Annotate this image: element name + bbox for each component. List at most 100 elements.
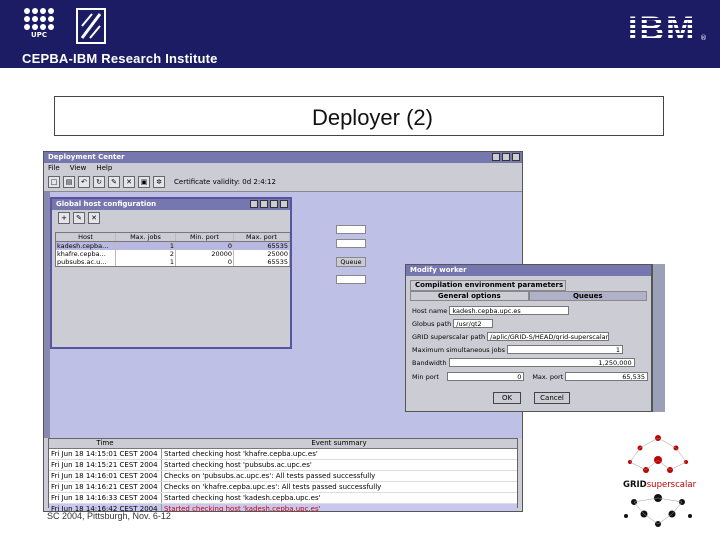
modify-worker-titlebar[interactable]: Modify worker — [406, 265, 651, 276]
port-row: Min port 0 Max. port 65,535 — [412, 371, 648, 382]
ibm-logo: IBM — [628, 10, 697, 48]
minimize-icon[interactable] — [250, 200, 258, 208]
slide-footer: SC 2004, Pittsburgh, Nov. 6-12 — [47, 511, 171, 521]
monitor-icon[interactable]: ▣ — [138, 176, 150, 188]
new-icon[interactable]: □ — [48, 176, 60, 188]
settings-icon[interactable]: ✲ — [153, 176, 165, 188]
edit-host-icon[interactable]: ✎ — [73, 212, 85, 224]
event-time: Fri Jun 18 14:15:01 CEST 2004 — [49, 449, 162, 459]
table-row-selected[interactable]: kadesh.cepba... 1 0 65535 — [56, 242, 290, 250]
max-port-cell: 65535 — [234, 258, 290, 266]
hidden-panel-field — [336, 275, 366, 284]
event-summary: Started checking host 'pubsubs.ac.upc.es… — [164, 461, 312, 469]
restore-icon[interactable] — [270, 200, 278, 208]
column-min-port[interactable]: Min. port — [176, 233, 234, 241]
host-table-header: Host Max. jobs Min. port Max. port — [56, 233, 290, 242]
superscalar-word: superscalar — [646, 480, 697, 490]
edit-icon[interactable]: ✎ — [108, 176, 120, 188]
certificate-validity: Certificate validity: 0d 2:4:12 — [174, 178, 276, 186]
event-log-header: Time Event summary — [49, 439, 517, 449]
min-port-cell: 0 — [176, 242, 234, 250]
host-name-row: Host name kadesh.cepba.upc.es — [412, 305, 648, 316]
globus-path-row: Globus path /usr/gt2 — [412, 318, 648, 329]
close-icon[interactable] — [280, 200, 288, 208]
ok-button[interactable]: OK — [493, 392, 521, 404]
host-name-label: Host name — [412, 306, 448, 315]
upc-logo: UPC — [24, 8, 62, 44]
maximize-icon[interactable] — [260, 200, 268, 208]
max-port-cell: 25000 — [234, 250, 290, 258]
event-time: Fri Jun 18 14:16:33 CEST 2004 — [49, 493, 162, 503]
global-host-config-window: Global host configuration + ✎ ✕ Host Max… — [50, 197, 292, 349]
min-port-cell: 20000 — [176, 250, 234, 258]
menu-view[interactable]: View — [70, 163, 87, 173]
slide-title-box: Deployer (2) — [54, 96, 664, 136]
refresh-icon[interactable]: ↻ — [93, 176, 105, 188]
cancel-button[interactable]: Cancel — [534, 392, 570, 404]
host-cell: khafre.cepba... — [56, 250, 116, 258]
max-jobs-cell: 1 — [116, 258, 176, 266]
min-port-field[interactable]: 0 — [447, 372, 525, 381]
hidden-panel-fragment: Queue — [336, 199, 366, 299]
add-host-icon[interactable]: + — [58, 212, 70, 224]
table-row[interactable]: Fri Jun 18 14:16:01 CEST 2004 Checks on '… — [49, 471, 517, 482]
globus-path-field[interactable]: /usr/gt2 — [453, 319, 494, 328]
table-row[interactable]: Fri Jun 18 14:15:21 CEST 2004 Started che… — [49, 460, 517, 471]
grid-path-row: GRID superscalar path /aplic/GRID-S/HEAD… — [412, 331, 648, 342]
event-summary: Checks on 'khafre.cepba.upc.es': All tes… — [164, 483, 382, 491]
grid-superscalar-wordmark: GRIDsuperscalar — [622, 480, 698, 490]
max-port-label: Max. port — [532, 372, 564, 381]
open-icon[interactable]: ▤ — [63, 176, 75, 188]
max-port-cell: 65535 — [234, 242, 290, 250]
table-row[interactable]: Fri Jun 18 14:15:01 CEST 2004 Started che… — [49, 449, 517, 460]
tab-general-options[interactable]: General options — [410, 291, 529, 301]
background-window-edge — [652, 264, 665, 412]
host-name-field[interactable]: kadesh.cepba.upc.es — [449, 306, 570, 315]
menu-file[interactable]: File — [48, 163, 60, 173]
column-event-summary[interactable]: Event summary — [161, 439, 517, 448]
max-port-field[interactable]: 65,535 — [565, 372, 648, 381]
close-icon[interactable] — [512, 153, 520, 161]
table-row[interactable]: Fri Jun 18 14:16:21 CEST 2004 Checks on '… — [49, 482, 517, 493]
cepba-logo — [76, 8, 106, 44]
tab-compilation-environment[interactable]: Compilation environment parameters — [410, 280, 566, 291]
menu-help[interactable]: Help — [96, 163, 112, 173]
host-cell: kadesh.cepba... — [56, 242, 116, 250]
table-row[interactable]: khafre.cepba... 2 20000 25000 — [56, 250, 290, 258]
remove-host-icon[interactable]: ✕ — [88, 212, 100, 224]
grid-path-field[interactable]: /aplic/GRID-S/HEAD/grid-superscalar-1.6.… — [487, 332, 610, 341]
minimize-icon[interactable] — [492, 153, 500, 161]
globus-path-label: Globus path — [412, 319, 452, 328]
queue-tab-fragment[interactable]: Queue — [336, 257, 366, 267]
host-cell: pubsubs.ac.u... — [56, 258, 116, 266]
hidden-panel-field — [336, 239, 366, 248]
slide-header: UPC IBM ® CEPBA-IBM Research Institute — [0, 0, 720, 68]
table-row[interactable]: Fri Jun 18 14:16:33 CEST 2004 Started che… — [49, 493, 517, 504]
event-summary: Started checking host 'khafre.cepba.upc.… — [164, 450, 318, 458]
remove-icon[interactable]: ✕ — [123, 176, 135, 188]
column-host[interactable]: Host — [56, 233, 116, 241]
host-table: Host Max. jobs Min. port Max. port kades… — [55, 232, 290, 267]
global-host-config-titlebar[interactable]: Global host configuration — [52, 199, 290, 210]
menu-bar: File View Help — [44, 163, 522, 173]
maximize-icon[interactable] — [502, 153, 510, 161]
event-time: Fri Jun 18 14:16:01 CEST 2004 — [49, 471, 162, 481]
grid-path-label: GRID superscalar path — [412, 332, 486, 341]
institute-name: CEPBA-IBM Research Institute — [22, 51, 218, 66]
event-summary: Checks on 'pubsubs.ac.upc.es': All tests… — [164, 472, 376, 480]
table-row[interactable]: pubsubs.ac.u... 1 0 65535 — [56, 258, 290, 266]
max-jobs-field[interactable]: 1 — [507, 345, 624, 354]
column-max-jobs[interactable]: Max. jobs — [116, 233, 176, 241]
save-icon[interactable]: ↶ — [78, 176, 90, 188]
bandwidth-label: Bandwidth — [412, 358, 447, 367]
event-summary: Started checking host 'kadesh.cepba.upc.… — [164, 505, 321, 512]
max-jobs-cell: 1 — [116, 242, 176, 250]
column-max-port[interactable]: Max. port — [234, 233, 290, 241]
modify-worker-dialog: Modify worker Compilation environment pa… — [405, 264, 652, 412]
bandwidth-field[interactable]: 1,250,000 — [448, 358, 635, 367]
global-host-config-title: Global host configuration — [56, 200, 157, 208]
column-time[interactable]: Time — [49, 439, 161, 448]
min-port-label: Min port — [412, 372, 439, 381]
deployment-center-titlebar[interactable]: Deployment Center — [44, 152, 522, 163]
tab-queues[interactable]: Queues — [528, 291, 647, 301]
